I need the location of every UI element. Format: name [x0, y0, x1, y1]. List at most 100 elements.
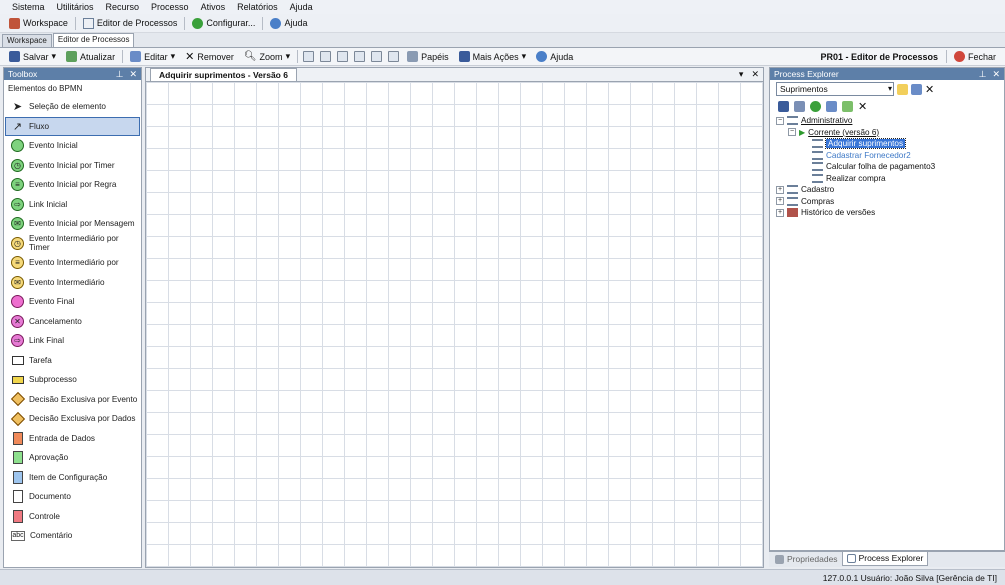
- close-icon[interactable]: ✕: [129, 69, 137, 80]
- menu-sistema[interactable]: Sistema: [6, 2, 51, 12]
- tool-label: Documento: [29, 492, 71, 502]
- toolbox-title: Toolbox: [8, 69, 38, 79]
- menu-ativos[interactable]: Ativos: [195, 2, 232, 12]
- publish-icon[interactable]: [842, 101, 853, 112]
- configure-button[interactable]: Configurar...: [187, 15, 260, 32]
- help-icon: [536, 51, 548, 62]
- tree-node-compras[interactable]: + Compras: [770, 196, 1004, 208]
- tab-properties[interactable]: Propriedades: [771, 552, 842, 566]
- tree-node-corrente[interactable]: − ▶ Corrente (versão 6): [770, 127, 1004, 139]
- save-icon[interactable]: [778, 101, 789, 112]
- diagram-canvas[interactable]: [146, 82, 763, 567]
- tree-node-adquirir[interactable]: Adquirir suprimentos: [770, 138, 1004, 150]
- tree-node-cadastro[interactable]: + Cadastro: [770, 184, 1004, 196]
- org-chart-icon: [812, 173, 823, 183]
- close-icon[interactable]: ✕: [751, 69, 759, 80]
- tree-node-administrativo[interactable]: − Administrativo: [770, 115, 1004, 127]
- task-icon: [11, 354, 24, 367]
- menu-processo[interactable]: Processo: [145, 2, 195, 12]
- tool-end-event[interactable]: Evento Final: [4, 292, 141, 312]
- delete-icon[interactable]: ✕: [858, 100, 867, 113]
- tree-node-cadastrar[interactable]: Cadastrar Fornecedor2: [770, 150, 1004, 162]
- pin-icon[interactable]: ⊥: [116, 69, 124, 80]
- tree-label: Calcular folha de pagamento3: [826, 162, 936, 172]
- remove-button[interactable]: ✕ Remover: [180, 48, 239, 65]
- roles-button[interactable]: Papéis: [402, 48, 454, 65]
- save-button[interactable]: Salvar ▾: [4, 48, 61, 65]
- layers-icon[interactable]: [794, 101, 805, 112]
- align-top-icon[interactable]: [303, 51, 315, 62]
- tool-config-item[interactable]: Item de Configuração: [4, 468, 141, 488]
- editor-tab[interactable]: Adquirir suprimentos - Versão 6: [150, 68, 297, 81]
- tool-start-event[interactable]: Evento Inicial: [4, 136, 141, 156]
- menu-bar: Sistema Utilitários Recurso Processo Ati…: [0, 0, 1005, 14]
- tool-control[interactable]: Controle: [4, 507, 141, 527]
- tool-intermediate-timer[interactable]: ◷ Evento Intermediário por Timer: [4, 234, 141, 254]
- toolbox-header: Toolbox ⊥ ✕: [4, 68, 141, 80]
- distribute-horizontal-icon[interactable]: [354, 51, 366, 62]
- delete-icon[interactable]: ✕: [925, 83, 934, 96]
- tab-process-editor[interactable]: Editor de Processos: [52, 33, 135, 47]
- menu-relatorios[interactable]: Relatórios: [231, 2, 284, 12]
- distribute-vertical-icon[interactable]: [337, 51, 349, 62]
- tree-node-historico[interactable]: + Histórico de versões: [770, 207, 1004, 219]
- tree-label: Cadastro: [801, 185, 835, 195]
- close-icon: ✕: [185, 51, 195, 63]
- org-chart-icon: [812, 150, 823, 160]
- tool-start-rule[interactable]: ≡ Evento Inicial por Regra: [4, 175, 141, 195]
- tab-process-explorer[interactable]: Process Explorer: [841, 552, 929, 566]
- edit-button[interactable]: Editar ▾: [125, 48, 180, 65]
- tool-start-message[interactable]: ✉ Evento Inicial por Mensagem: [4, 214, 141, 234]
- close-editor-label: Fechar: [967, 51, 996, 62]
- same-height-icon[interactable]: [371, 51, 383, 62]
- menu-ajuda[interactable]: Ajuda: [284, 2, 319, 12]
- tool-selection[interactable]: ➤ Seleção de elemento: [4, 97, 141, 117]
- pin-icon[interactable]: ⊥: [979, 69, 987, 80]
- edit-icon[interactable]: [911, 83, 922, 95]
- help-button[interactable]: Ajuda: [265, 15, 312, 32]
- tool-event-gateway[interactable]: Decisão Exclusiva por Evento: [4, 390, 141, 410]
- zoom-button[interactable]: 🔍︎ Zoom ▾: [239, 48, 295, 65]
- tool-flow[interactable]: ↗ Fluxo: [5, 116, 140, 136]
- tool-link-end[interactable]: ⇨ Link Final: [4, 331, 141, 351]
- tree-node-realizar[interactable]: Realizar compra: [770, 173, 1004, 185]
- close-editor-button[interactable]: Fechar: [949, 48, 1001, 65]
- align-left-icon[interactable]: [320, 51, 332, 62]
- process-group-select[interactable]: Suprimentos: [776, 82, 894, 96]
- tool-task[interactable]: Tarefa: [4, 351, 141, 371]
- toolbox-group-title: Elementos do BPMN: [8, 84, 83, 93]
- menu-recurso[interactable]: Recurso: [100, 2, 146, 12]
- tree-node-calcular[interactable]: Calcular folha de pagamento3: [770, 161, 1004, 173]
- tool-data-input[interactable]: Entrada de Dados: [4, 429, 141, 449]
- refresh-button[interactable]: Atualizar: [61, 48, 120, 65]
- tool-document[interactable]: Documento: [4, 487, 141, 507]
- expand-icon[interactable]: +: [776, 185, 784, 194]
- org-chart-icon: [82, 17, 94, 29]
- expand-icon[interactable]: +: [776, 208, 784, 217]
- process-editor-button[interactable]: Editor de Processos: [78, 15, 183, 32]
- toolbar-separator: [297, 50, 299, 63]
- tool-comment[interactable]: abc Comentário: [4, 526, 141, 546]
- help-button-2[interactable]: Ajuda: [531, 48, 578, 65]
- collapse-icon[interactable]: −: [788, 128, 796, 137]
- check-icon[interactable]: [810, 101, 821, 112]
- tool-intermediate-rule[interactable]: ≡ Evento Intermediário por: [4, 253, 141, 273]
- expand-icon[interactable]: +: [776, 197, 784, 206]
- tab-workspace[interactable]: Workspace: [2, 34, 52, 47]
- new-folder-icon[interactable]: [897, 83, 908, 95]
- tool-cancel[interactable]: ✕ Cancelamento: [4, 312, 141, 332]
- more-actions-button[interactable]: Mais Ações ▾: [454, 48, 532, 65]
- collapse-icon[interactable]: −: [776, 116, 784, 125]
- tool-start-timer[interactable]: ◷ Evento Inicial por Timer: [4, 156, 141, 176]
- workspace-button[interactable]: Workspace: [4, 15, 73, 32]
- tool-link-start[interactable]: ⇨ Link Inicial: [4, 195, 141, 215]
- edit-icon[interactable]: [826, 101, 837, 112]
- same-width-icon[interactable]: [388, 51, 400, 62]
- close-icon[interactable]: ✕: [992, 69, 1000, 80]
- tab-menu-icon[interactable]: ▾: [739, 69, 744, 80]
- menu-utilitarios[interactable]: Utilitários: [51, 2, 100, 12]
- tool-data-gateway[interactable]: Decisão Exclusiva por Dados: [4, 409, 141, 429]
- tool-subprocess[interactable]: Subprocesso: [4, 370, 141, 390]
- tool-approval[interactable]: Aprovação: [4, 448, 141, 468]
- tool-intermediate-event[interactable]: ✉ Evento Intermediário: [4, 273, 141, 293]
